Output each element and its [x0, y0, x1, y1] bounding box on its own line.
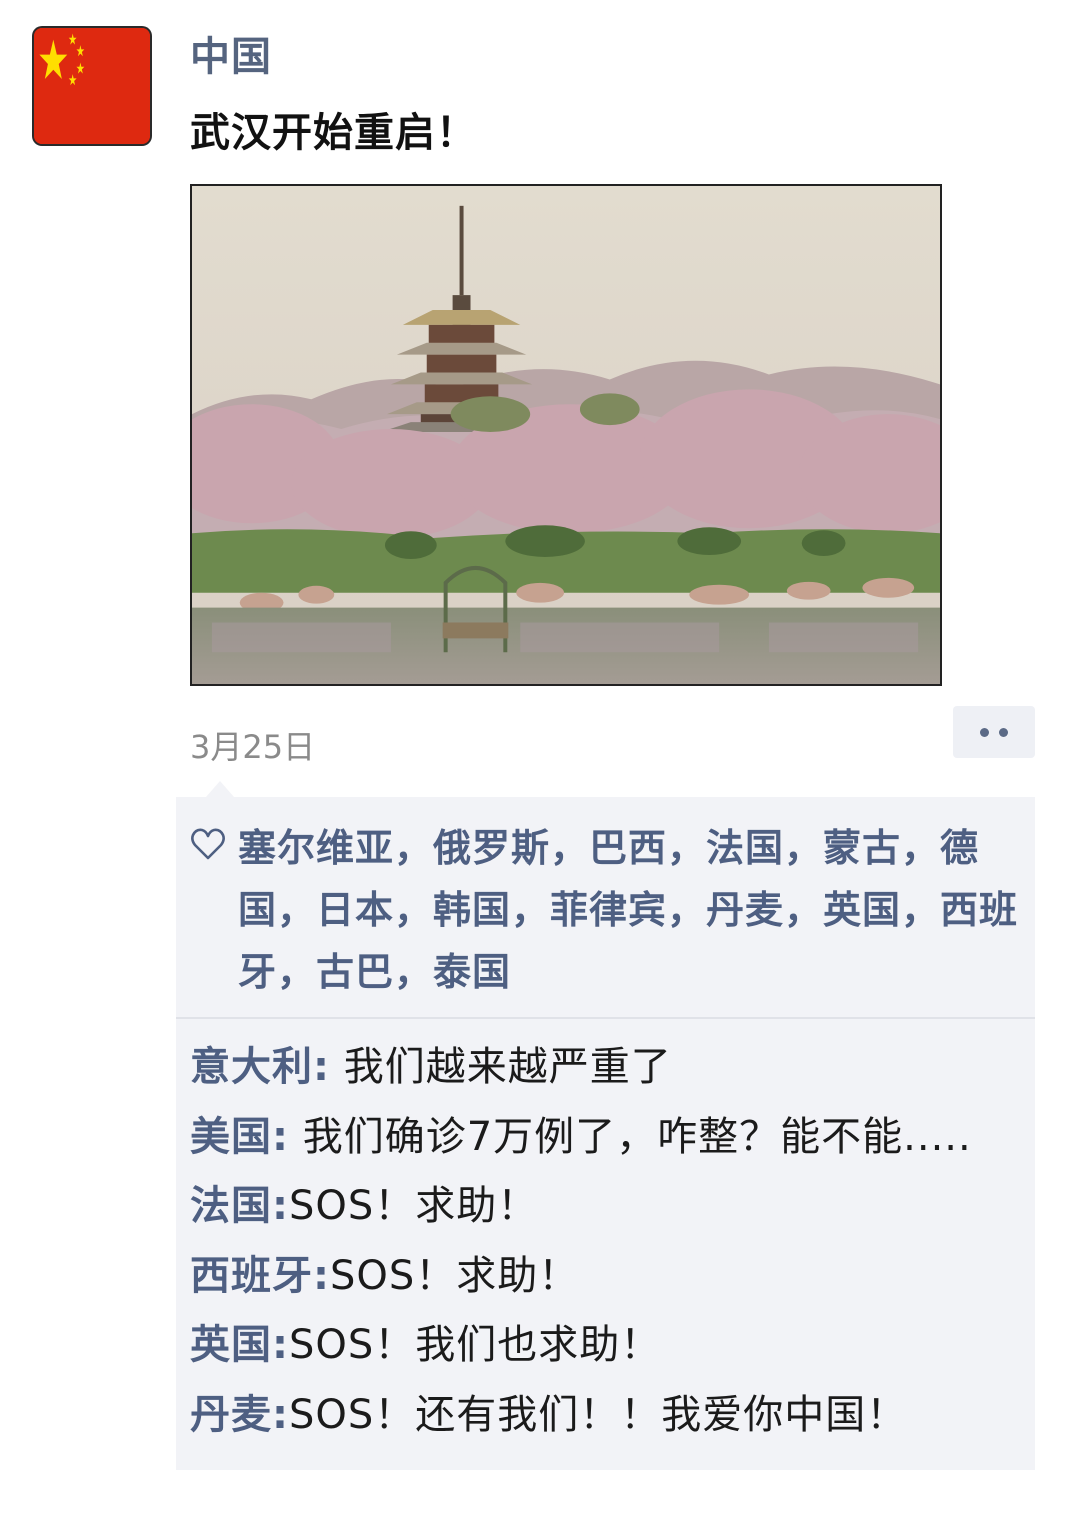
comment[interactable]: 法国:SOS！求助！: [190, 1172, 1035, 1242]
comment-user[interactable]: 美国:: [190, 1114, 289, 1160]
comment[interactable]: 英国:SOS！我们也求助！: [190, 1311, 1035, 1381]
post-text: 武汉开始重启！: [190, 110, 477, 156]
more-dots-icon: [999, 727, 1008, 737]
comment-text: SOS！求助！: [289, 1183, 539, 1229]
comment-user[interactable]: 法国:: [190, 1183, 289, 1229]
more-button[interactable]: [953, 706, 1035, 758]
post-photo[interactable]: [190, 184, 942, 686]
author-avatar[interactable]: [34, 28, 150, 144]
more-dots-icon: [980, 727, 989, 737]
likes-names[interactable]: 塞尔维亚，俄罗斯，巴西，法国，蒙古，德国，日本，韩国，菲律宾，丹麦，英国，西班牙…: [238, 826, 1018, 994]
panel-arrow: [206, 781, 234, 797]
comment[interactable]: 西班牙:SOS！求助！: [190, 1242, 1035, 1312]
comment-text: SOS！还有我们！！我爱你中国！: [289, 1391, 908, 1438]
comment[interactable]: 意大利: 我们越来越严重了: [190, 1033, 1035, 1103]
comment[interactable]: 丹麦:SOS！还有我们！！我爱你中国！: [190, 1381, 1035, 1451]
comment-user[interactable]: 西班牙:: [190, 1253, 330, 1299]
pagoda-cherry-blossom-photo: [192, 186, 940, 684]
likes-list: 塞尔维亚，俄罗斯，巴西，法国，蒙古，德国，日本，韩国，菲律宾，丹麦，英国，西班牙…: [176, 797, 1035, 1017]
comment-text: SOS！求助！: [330, 1252, 580, 1299]
heart-outline-icon: [191, 828, 225, 860]
comment-text: 我们确诊7万例了，咋整？能不能.....: [289, 1113, 972, 1160]
comment-user[interactable]: 英国:: [190, 1322, 289, 1368]
comment-list: 意大利: 我们越来越严重了 美国: 我们确诊7万例了，咋整？能不能..... 法…: [176, 1019, 1035, 1450]
comment-text: 我们越来越严重了: [330, 1044, 672, 1090]
comment-user[interactable]: 丹麦:: [190, 1392, 289, 1438]
post-date: 3月25日: [190, 728, 316, 766]
author-name[interactable]: 中国: [190, 24, 272, 82]
china-flag-icon: [34, 28, 150, 144]
interaction-panel: 塞尔维亚，俄罗斯，巴西，法国，蒙古，德国，日本，韩国，菲律宾，丹麦，英国，西班牙…: [176, 781, 1035, 1470]
comment[interactable]: 美国: 我们确诊7万例了，咋整？能不能.....: [190, 1103, 1035, 1173]
comment-user[interactable]: 意大利:: [190, 1044, 330, 1090]
comment-text: SOS！我们也求助！: [289, 1322, 662, 1368]
